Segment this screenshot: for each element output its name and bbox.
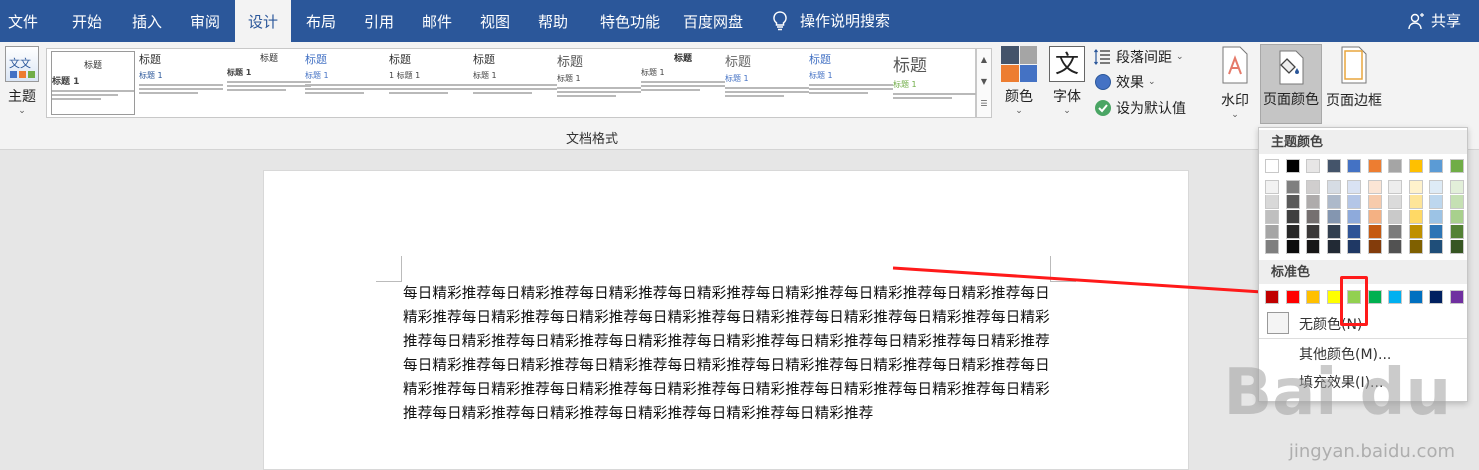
color-swatch[interactable]	[1285, 290, 1300, 304]
color-swatch[interactable]	[1265, 290, 1279, 304]
color-swatch[interactable]	[1449, 195, 1464, 209]
color-swatch[interactable]	[1367, 240, 1382, 254]
color-swatch[interactable]	[1326, 195, 1341, 209]
color-swatch[interactable]	[1388, 195, 1402, 209]
color-swatch[interactable]	[1449, 180, 1464, 194]
theme-colors-header: 主题颜色	[1259, 130, 1467, 154]
color-swatch[interactable]	[1449, 210, 1464, 224]
color-swatch[interactable]	[1326, 159, 1341, 173]
color-swatch[interactable]	[1388, 290, 1402, 304]
highlight-box	[1340, 276, 1368, 326]
color-swatch[interactable]	[1347, 210, 1361, 224]
color-swatch[interactable]	[1347, 225, 1361, 239]
color-swatch[interactable]	[1347, 159, 1361, 173]
color-swatch[interactable]	[1265, 159, 1279, 173]
color-swatch[interactable]	[1429, 210, 1443, 224]
color-swatch[interactable]	[1408, 195, 1423, 209]
color-swatch[interactable]	[1367, 210, 1382, 224]
color-swatch[interactable]	[1285, 159, 1300, 173]
color-swatch[interactable]	[1449, 225, 1464, 239]
color-swatch[interactable]	[1306, 195, 1320, 209]
color-swatch[interactable]	[1347, 180, 1361, 194]
color-swatch[interactable]	[1367, 225, 1382, 239]
color-swatch[interactable]	[1306, 159, 1320, 173]
divider	[1259, 338, 1467, 339]
color-swatch[interactable]	[1367, 180, 1382, 194]
color-swatch[interactable]	[1285, 195, 1300, 209]
color-swatch[interactable]	[1408, 180, 1423, 194]
color-swatch[interactable]	[1408, 290, 1423, 304]
color-swatch[interactable]	[1388, 180, 1402, 194]
no-color-swatch-icon	[1267, 312, 1289, 334]
color-swatch[interactable]	[1367, 195, 1382, 209]
baidu-watermark: Bai du	[1223, 356, 1451, 430]
color-swatch[interactable]	[1429, 159, 1443, 173]
color-swatch[interactable]	[1388, 225, 1402, 239]
color-swatch[interactable]	[1326, 180, 1341, 194]
color-swatch[interactable]	[1285, 210, 1300, 224]
color-swatch[interactable]	[1429, 195, 1443, 209]
color-swatch[interactable]	[1367, 159, 1382, 173]
color-swatch[interactable]	[1388, 210, 1402, 224]
color-swatch[interactable]	[1408, 240, 1423, 254]
color-swatch[interactable]	[1326, 225, 1341, 239]
color-swatch[interactable]	[1285, 225, 1300, 239]
baidu-watermark-url: jingyan.baidu.com	[1288, 441, 1455, 462]
color-swatch[interactable]	[1408, 159, 1423, 173]
color-swatch[interactable]	[1388, 240, 1402, 254]
color-swatch[interactable]	[1306, 210, 1320, 224]
color-swatch[interactable]	[1408, 210, 1423, 224]
color-swatch[interactable]	[1449, 290, 1464, 304]
color-swatch[interactable]	[1326, 290, 1341, 304]
color-swatch[interactable]	[1429, 290, 1443, 304]
color-swatch[interactable]	[1326, 210, 1341, 224]
color-swatch[interactable]	[1388, 159, 1402, 173]
color-swatch[interactable]	[1265, 180, 1279, 194]
color-swatch[interactable]	[1429, 180, 1443, 194]
color-swatch[interactable]	[1367, 290, 1382, 304]
color-swatch[interactable]	[1408, 225, 1423, 239]
color-swatch[interactable]	[1306, 225, 1320, 239]
color-swatch[interactable]	[1265, 210, 1279, 224]
color-swatch[interactable]	[1306, 180, 1320, 194]
color-swatch[interactable]	[1326, 240, 1341, 254]
color-swatch[interactable]	[1429, 225, 1443, 239]
color-swatch[interactable]	[1449, 159, 1464, 173]
color-swatch[interactable]	[1449, 240, 1464, 254]
color-swatch[interactable]	[1285, 240, 1300, 254]
color-swatch[interactable]	[1306, 240, 1320, 254]
color-swatch[interactable]	[1265, 225, 1279, 239]
color-swatch[interactable]	[1306, 290, 1320, 304]
color-swatch[interactable]	[1347, 240, 1361, 254]
color-swatch[interactable]	[1429, 240, 1443, 254]
color-swatch[interactable]	[1285, 180, 1300, 194]
color-swatch[interactable]	[1347, 195, 1361, 209]
color-swatch[interactable]	[1265, 240, 1279, 254]
color-swatch[interactable]	[1265, 195, 1279, 209]
